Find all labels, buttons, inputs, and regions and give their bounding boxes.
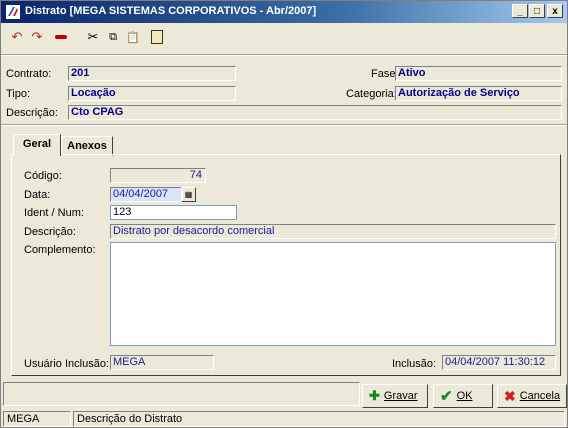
categoria-label: Categoria:	[346, 88, 397, 100]
calendar-icon[interactable]: ▦	[181, 187, 196, 202]
data-field[interactable]: 04/04/2007	[110, 187, 183, 202]
close-button[interactable]: x	[547, 4, 563, 18]
complemento-label: Complemento:	[24, 244, 96, 256]
undo-icon[interactable]: ↶	[7, 27, 27, 47]
codigo-field: 74	[110, 168, 206, 183]
usuario-label: Usuário Inclusão:	[24, 358, 109, 370]
header-separator	[1, 124, 567, 126]
complemento-textarea[interactable]	[110, 242, 556, 346]
cancelar-button[interactable]: ✖ Cancela	[497, 384, 567, 408]
status-user: MEGA	[3, 411, 71, 427]
check-icon: ✔	[440, 388, 453, 405]
descricao-label: Descrição:	[24, 226, 76, 238]
data-label: Data:	[24, 189, 51, 201]
categoria-field: Autorização de Serviço	[395, 86, 562, 101]
delete-icon[interactable]	[51, 27, 71, 47]
title-bar[interactable]: Distrato [MEGA SISTEMAS CORPORATIVOS - A…	[1, 1, 567, 23]
tipo-field: Locação	[68, 86, 236, 101]
book-icon[interactable]	[147, 27, 167, 47]
tab-geral[interactable]: Geral	[13, 134, 61, 156]
cut-icon[interactable]: ✂	[83, 27, 103, 47]
gravar-label: Gravar	[383, 390, 418, 402]
descricao-field: Distrato por desacordo comercial	[110, 224, 556, 239]
cancelar-label: Cancela	[519, 390, 561, 402]
message-area	[3, 382, 360, 406]
tipo-label: Tipo:	[6, 88, 31, 100]
tab-anexos[interactable]: Anexos	[61, 136, 113, 156]
contrato-field: 201	[68, 66, 236, 81]
codigo-label: Código:	[24, 170, 62, 182]
distrato-window: Distrato [MEGA SISTEMAS CORPORATIVOS - A…	[0, 0, 568, 428]
minimize-button[interactable]: _	[512, 4, 528, 18]
gravar-button[interactable]: ✚ Gravar	[362, 384, 428, 408]
app-logo-icon	[6, 5, 20, 19]
redo-icon[interactable]: ↷	[27, 27, 47, 47]
geral-panel: Código: 74 Data: 04/04/2007 ▦ Ident / Nu…	[11, 154, 561, 376]
contrato-label: Contrato:	[6, 68, 52, 80]
paste-icon[interactable]: 📋	[123, 27, 143, 47]
ok-label: OK	[456, 390, 473, 402]
descricao-header-field: Cto CPAG	[68, 105, 562, 120]
inclusao-field: 04/04/2007 11:30:12	[442, 355, 556, 370]
usuario-field: MEGA	[110, 355, 214, 370]
descricao-header-label: Descrição:	[6, 107, 58, 119]
maximize-button[interactable]: □	[529, 4, 545, 18]
plus-icon: ✚	[369, 388, 380, 403]
window-title: Distrato [MEGA SISTEMAS CORPORATIVOS - A…	[25, 5, 317, 17]
toolbar-separator	[1, 54, 567, 56]
x-icon: ✖	[504, 387, 516, 404]
ok-button[interactable]: ✔ OK	[433, 384, 493, 408]
ident-input[interactable]: 123	[110, 205, 237, 220]
toolbar: ↶ ↷ ✂ ⧉ 📋	[5, 25, 185, 49]
status-message: Descrição do Distrato	[73, 411, 565, 427]
fase-field: Ativo	[395, 66, 562, 81]
inclusao-label: Inclusão:	[392, 358, 437, 370]
ident-label: Ident / Num:	[24, 207, 84, 219]
copy-icon[interactable]: ⧉	[103, 27, 123, 47]
